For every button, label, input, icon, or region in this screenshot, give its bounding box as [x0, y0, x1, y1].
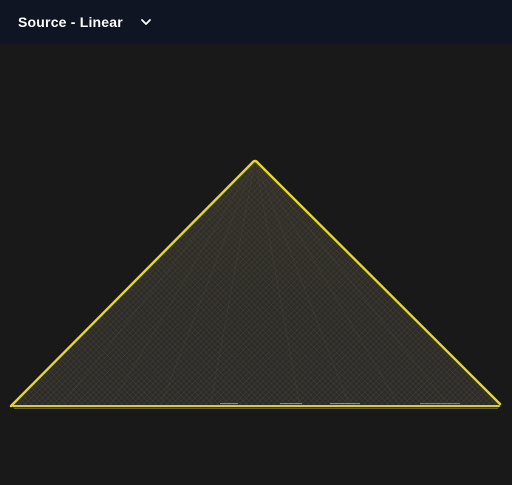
app-window: Source - Linear — [0, 0, 512, 485]
source-dropdown-label: Source - Linear — [18, 14, 123, 30]
source-dropdown[interactable]: Source - Linear — [18, 14, 153, 30]
triangle-visualization — [9, 159, 502, 409]
chevron-down-icon[interactable] — [139, 15, 153, 29]
mesh-triangle — [11, 160, 502, 407]
top-toolbar: Source - Linear — [0, 0, 512, 44]
visualization-canvas[interactable] — [0, 44, 512, 485]
